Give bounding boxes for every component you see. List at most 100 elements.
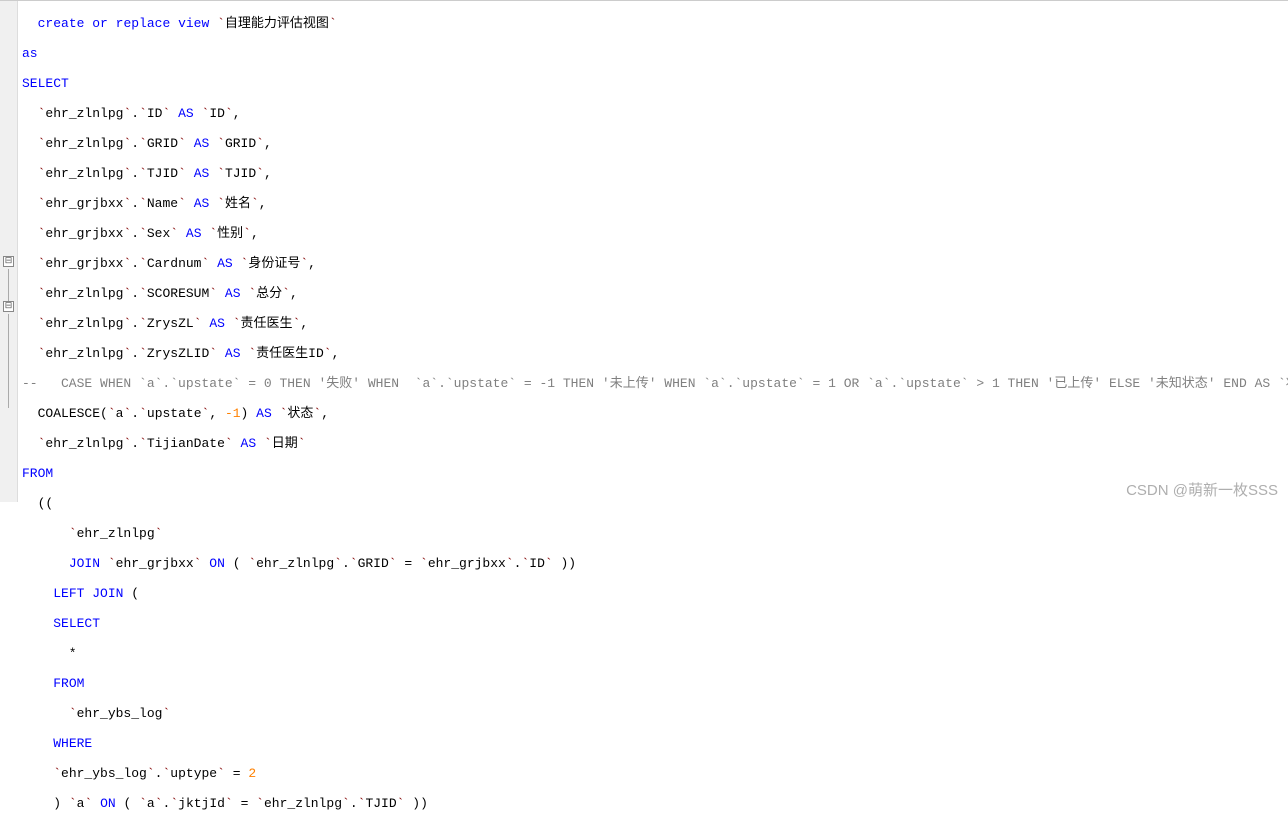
identifier: TJID [365, 796, 396, 811]
keyword: FROM [53, 676, 84, 691]
identifier: ID [209, 106, 225, 121]
code-line: `ehr_zlnlpg`.`ID` AS `ID`, [22, 106, 1288, 121]
code-editor[interactable]: create or replace view `自理能力评估视图` as SEL… [18, 1, 1288, 826]
identifier: ehr_grjbxx [45, 196, 123, 211]
code-line: LEFT JOIN ( [22, 586, 1288, 601]
code-line: `ehr_ybs_log`.`uptype` = 2 [22, 766, 1288, 781]
keyword: as [22, 46, 38, 61]
code-line: ) `a` ON ( `a`.`jktjId` = `ehr_zlnlpg`.`… [22, 796, 1288, 811]
keyword: AS [178, 106, 194, 121]
identifier: 责任医生ID [256, 346, 324, 361]
code-line: `ehr_zlnlpg`.`TJID` AS `TJID`, [22, 166, 1288, 181]
keyword: AS [241, 436, 257, 451]
identifier: ehr_zlnlpg [45, 436, 123, 451]
number: 2 [248, 766, 256, 781]
identifier: 日期 [272, 436, 298, 451]
code-line: `ehr_zlnlpg`.`ZrysZLID` AS `责任医生ID`, [22, 346, 1288, 361]
identifier: 身份证号 [248, 256, 300, 271]
keyword: AS [194, 196, 210, 211]
code-line: JOIN `ehr_grjbxx` ON ( `ehr_zlnlpg`.`GRI… [22, 556, 1288, 571]
identifier: a [147, 796, 155, 811]
identifier: ehr_grjbxx [428, 556, 506, 571]
keyword: LEFT [53, 586, 84, 601]
keyword: SELECT [53, 616, 100, 631]
keyword: ON [100, 796, 116, 811]
keyword: SELECT [22, 76, 69, 91]
code-line: FROM [22, 676, 1288, 691]
code-line: as [22, 46, 1288, 61]
identifier: ehr_zlnlpg [45, 166, 123, 181]
identifier: ZrysZLID [147, 346, 209, 361]
keyword: ON [209, 556, 225, 571]
identifier: TJID [225, 166, 256, 181]
keyword: AS [186, 226, 202, 241]
watermark: CSDN @萌新一枚SSS [1126, 483, 1278, 498]
identifier: ehr_ybs_log [77, 706, 163, 721]
fold-marker[interactable]: ⊟ [3, 256, 14, 267]
identifier: ehr_grjbxx [116, 556, 194, 571]
identifier: 性别 [217, 226, 243, 241]
code-line: `ehr_grjbxx`.`Name` AS `姓名`, [22, 196, 1288, 211]
identifier: 总分 [256, 286, 282, 301]
keyword: WHERE [53, 736, 92, 751]
keyword: view [178, 16, 209, 31]
identifier: GRID [147, 136, 178, 151]
code-line: create or replace view `自理能力评估视图` [22, 16, 1288, 31]
code-line: FROM [22, 466, 1288, 481]
keyword: JOIN [69, 556, 100, 571]
identifier: ehr_ybs_log [61, 766, 147, 781]
identifier: 状态 [287, 406, 313, 421]
identifier: Name [147, 196, 178, 211]
keyword: AS [217, 256, 233, 271]
identifier: TijianDate [147, 436, 225, 451]
identifier: ehr_zlnlpg [256, 556, 334, 571]
keyword: create [38, 16, 85, 31]
identifier: Sex [147, 226, 170, 241]
code-line: COALESCE(`a`.`upstate`, -1) AS `状态`, [22, 406, 1288, 421]
fold-marker[interactable]: ⊟ [3, 301, 14, 312]
gutter: ⊟ ⊟ [0, 1, 18, 502]
keyword: AS [225, 346, 241, 361]
keyword: JOIN [92, 586, 123, 601]
code-line: `ehr_ybs_log` [22, 706, 1288, 721]
code-line: `ehr_zlnlpg`.`TijianDate` AS `日期` [22, 436, 1288, 451]
identifier: GRID [358, 556, 389, 571]
identifier: ehr_zlnlpg [264, 796, 342, 811]
identifier: ehr_grjbxx [45, 256, 123, 271]
keyword: replace [116, 16, 171, 31]
identifier: 责任医生 [241, 316, 293, 331]
identifier: 姓名 [225, 196, 251, 211]
identifier: SCORESUM [147, 286, 209, 301]
identifier: ehr_zlnlpg [45, 316, 123, 331]
code-line-comment: -- CASE WHEN `a`.`upstate` = 0 THEN '失败'… [22, 376, 1288, 391]
identifier: ehr_grjbxx [45, 226, 123, 241]
code-line: `ehr_grjbxx`.`Cardnum` AS `身份证号`, [22, 256, 1288, 271]
identifier: ehr_zlnlpg [45, 106, 123, 121]
identifier: upstate [147, 406, 202, 421]
number: -1 [225, 406, 241, 421]
code-line: `ehr_zlnlpg`.`GRID` AS `GRID`, [22, 136, 1288, 151]
code-line: SELECT [22, 76, 1288, 91]
identifier: ehr_zlnlpg [45, 346, 123, 361]
keyword: AS [256, 406, 272, 421]
identifier: ehr_zlnlpg [45, 136, 123, 151]
code-line: `ehr_grjbxx`.`Sex` AS `性别`, [22, 226, 1288, 241]
code-line: (( [22, 496, 1288, 511]
identifier: Cardnum [147, 256, 202, 271]
identifier: GRID [225, 136, 256, 151]
identifier: TJID [147, 166, 178, 181]
identifier: ID [147, 106, 163, 121]
keyword: AS [194, 136, 210, 151]
fold-line [8, 314, 9, 408]
identifier: ehr_zlnlpg [77, 526, 155, 541]
identifier: 自理能力评估视图 [225, 16, 329, 31]
code-line: `ehr_zlnlpg` [22, 526, 1288, 541]
code-line: * [22, 646, 1288, 661]
keyword: AS [225, 286, 241, 301]
fold-line [8, 269, 9, 302]
keyword: FROM [22, 466, 53, 481]
identifier: ZrysZL [147, 316, 194, 331]
code-line: WHERE [22, 736, 1288, 751]
code-line: SELECT [22, 616, 1288, 631]
keyword: AS [194, 166, 210, 181]
